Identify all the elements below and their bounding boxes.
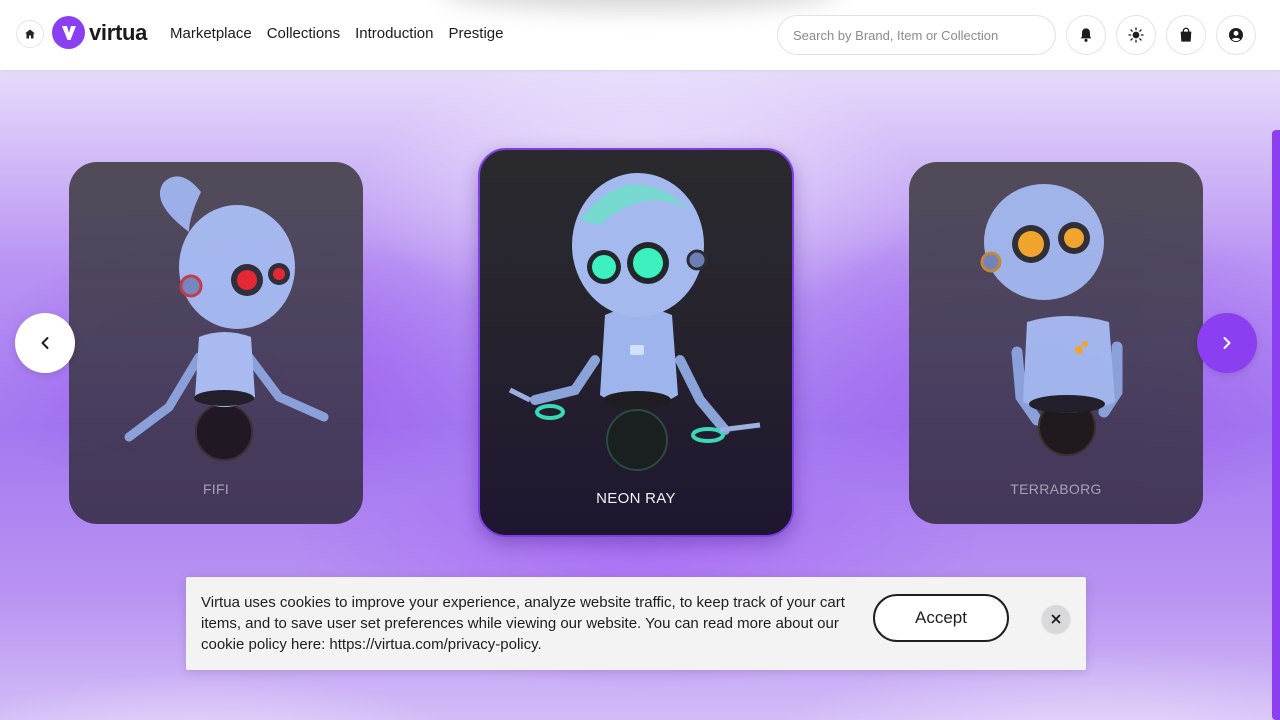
logo-v-icon [61,25,76,40]
home-icon [25,29,35,39]
cookie-message: Virtua uses cookies to improve your expe… [201,594,845,653]
sun-icon [1128,27,1144,43]
chevron-right-icon [1223,337,1231,349]
theme-toggle-button[interactable] [1116,15,1156,55]
main-nav: Marketplace Collections Introduction Pre… [170,25,504,42]
account-button[interactable] [1216,15,1256,55]
card-title: NEON RAY [596,490,676,507]
cookie-banner: Virtua uses cookies to improve your expe… [186,577,1086,670]
character-card-neon-ray[interactable]: NEON RAY [478,148,794,537]
nav-introduction[interactable]: Introduction [355,25,433,42]
virtua-logo[interactable]: virtua [52,16,147,49]
bell-icon [1080,28,1092,42]
nav-prestige[interactable]: Prestige [448,25,503,42]
user-icon [1229,28,1243,42]
character-card-terraborg[interactable]: TERRABORG [909,162,1203,524]
logo-text: virtua [89,19,148,45]
home-button[interactable] [16,20,44,48]
card-title: TERRABORG [1010,481,1102,497]
scrollbar[interactable] [1272,130,1280,720]
card-title: FIFI [202,481,230,497]
neon-ray-robot-image [508,173,761,471]
shopping-bag-icon [1180,27,1192,42]
terraborg-robot-image [980,184,1123,456]
character-card-fifi[interactable]: FIFI [69,162,363,524]
header-decoration [440,0,840,10]
carousel-prev-button[interactable] [15,313,75,373]
top-navbar: virtua Marketplace Collections Introduct… [0,0,1280,70]
close-icon [1051,614,1061,624]
accept-cookies-button[interactable]: Accept [873,594,1009,642]
close-cookie-banner-button[interactable] [1042,605,1070,633]
notifications-button[interactable] [1066,15,1106,55]
logo-mark [52,16,85,49]
chevron-left-icon [41,337,49,349]
nav-marketplace[interactable]: Marketplace [170,25,252,42]
carousel-next-button[interactable] [1197,313,1257,373]
search-input[interactable] [777,15,1056,55]
nav-collections[interactable]: Collections [267,25,340,42]
cart-button[interactable] [1166,15,1206,55]
fifi-robot-image [124,176,329,461]
